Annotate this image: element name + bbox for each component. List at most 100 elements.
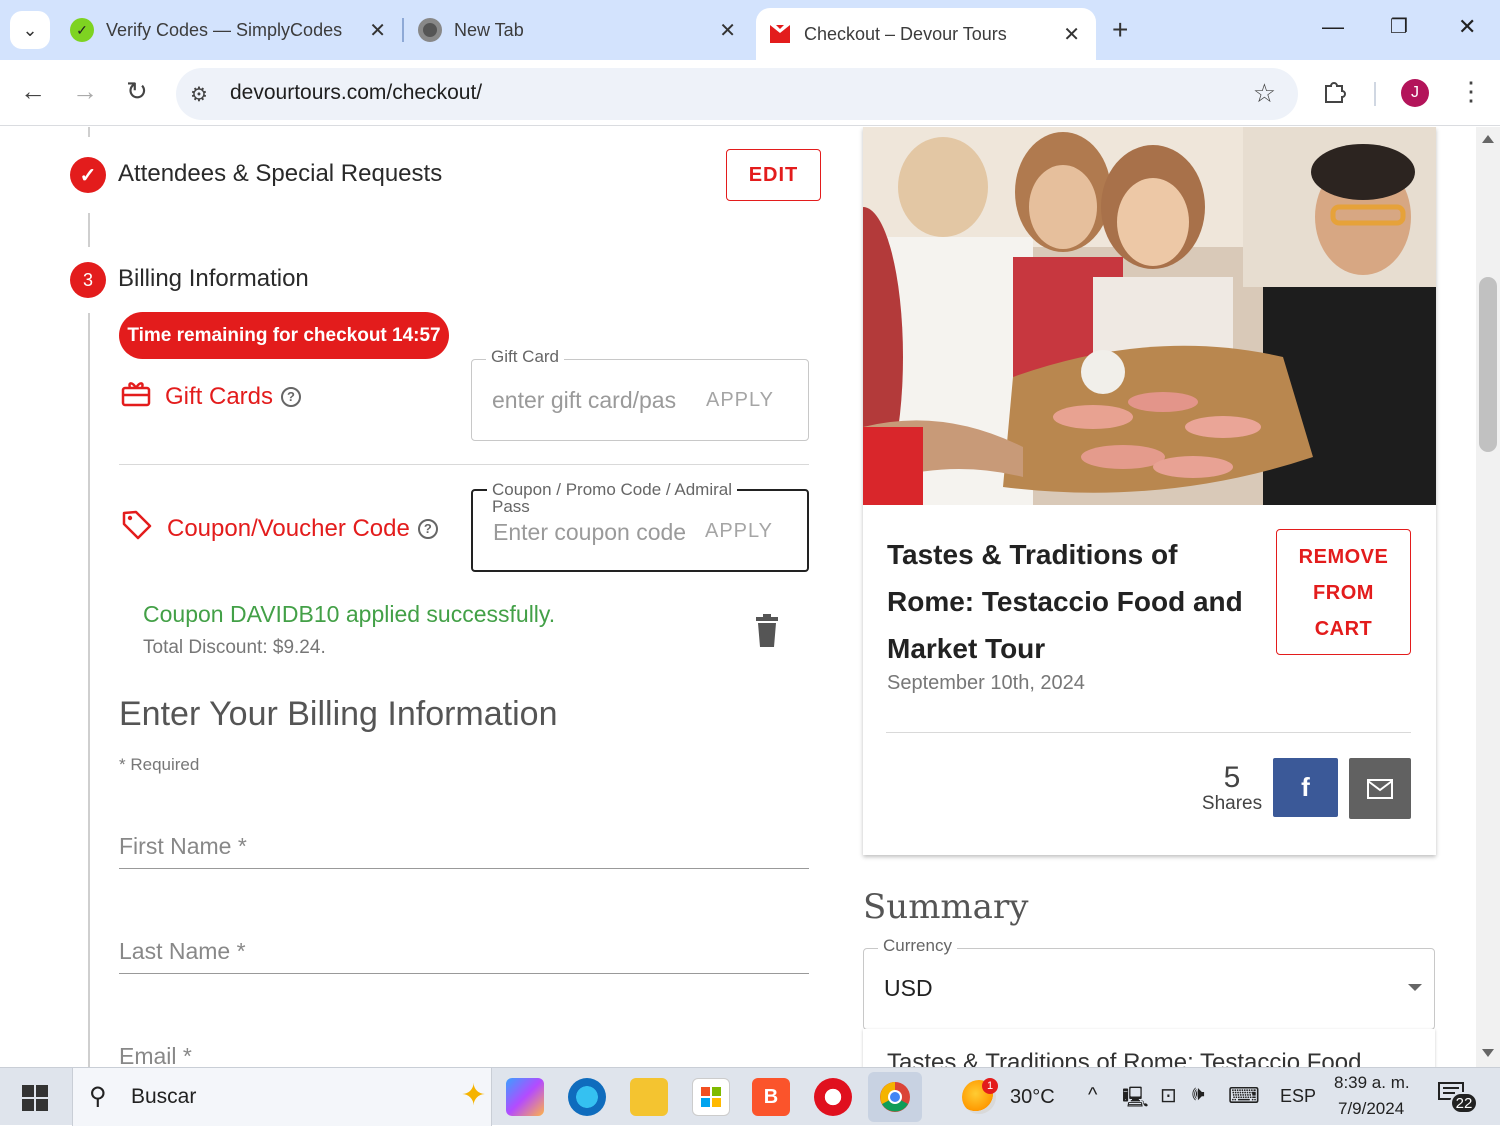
new-tab-plus-icon[interactable]: + [1112,14,1128,46]
restore-icon[interactable]: ❐ [1390,14,1408,39]
remove-line-3: CART [1314,618,1373,640]
page-scrollbar[interactable] [1476,127,1500,1067]
volume-icon[interactable]: 🕪 [1192,1083,1205,1106]
stepper-line [88,127,90,137]
gift-card-field[interactable]: Gift Card enter gift card/pas APPLY [471,348,809,441]
tab-simplycodes[interactable]: ✓ Verify Codes — SimplyCodes ✕ [70,8,386,52]
windows-taskbar: ⚲ Buscar ✦ B 1 30°C ^ 🖳 ⊡ 🕪 ⌨ ESP 8:39 a… [0,1067,1500,1126]
remove-from-cart-button[interactable]: REMOVE FROM CART [1276,529,1411,655]
email-field[interactable]: Email * [119,1039,809,1067]
share-count-label: Shares [1201,793,1263,814]
extensions-puzzle-icon[interactable] [1322,78,1348,111]
keyboard-icon[interactable]: ⌨ [1228,1083,1260,1109]
scroll-up-arrow-icon[interactable] [1482,135,1494,143]
tab-search-chevron-icon[interactable]: ⌄ [10,11,50,49]
help-icon[interactable]: ? [281,386,302,407]
help-icon[interactable]: ? [417,518,438,539]
divider [886,732,1411,733]
remove-line-1: REMOVE [1298,546,1389,568]
coupon-field-label-line2: Pass [492,497,530,516]
dropdown-arrow-icon [1408,984,1422,991]
first-name-field[interactable]: First Name * [119,829,809,869]
divider [119,464,809,465]
address-bar[interactable]: ⚙ devourtours.com/checkout/ ☆ [176,68,1298,120]
coupon-text: Coupon/Voucher Code [167,514,410,542]
profile-avatar[interactable]: J [1401,79,1429,107]
gift-cards-label: Gift Cards ? [121,379,302,414]
copilot-icon[interactable] [506,1078,544,1116]
minimize-icon[interactable]: — [1322,14,1344,40]
url-text[interactable]: devourtours.com/checkout/ [230,81,482,105]
tab-new-tab[interactable]: New Tab ✕ [418,8,736,52]
tab-checkout-devour[interactable]: Checkout – Devour Tours ✕ [756,8,1096,60]
gift-card-input[interactable]: enter gift card/pas [492,387,676,414]
stepper-line [88,213,90,247]
mail-icon [1367,778,1393,799]
checkout-timer: Time remaining for checkout 14:57 [119,312,449,359]
first-name-label: First Name * [119,833,247,859]
coupon-label: Coupon/Voucher Code ? [121,509,438,548]
temperature[interactable]: 30°C [1010,1086,1055,1109]
edge-icon[interactable] [568,1078,606,1116]
microsoft-store-icon[interactable] [692,1078,730,1116]
summary-line-item: Tastes & Traditions of Rome: Testaccio F… [863,1029,1435,1067]
email-share-button[interactable] [1349,758,1411,819]
billing-heading: Enter Your Billing Information [119,695,558,733]
stepper-line [88,313,90,1067]
clock-time[interactable]: 8:39 a. m. [1334,1073,1410,1093]
back-arrow-icon[interactable]: ← [20,76,46,107]
close-tab-icon[interactable]: ✕ [369,18,386,43]
menu-kebab-icon[interactable]: ⋮ [1458,76,1484,107]
facebook-share-button[interactable]: f [1273,758,1338,817]
tray-chevron-up-icon[interactable]: ^ [1088,1084,1097,1107]
coupon-success-message: Coupon DAVIDB10 applied successfully. [143,601,556,627]
currency-select[interactable]: Currency USD [863,937,1435,1030]
reload-icon[interactable]: ↻ [126,76,148,107]
tour-title: Tastes & Traditions of Rome: Testaccio F… [887,539,1243,664]
last-name-field[interactable]: Last Name * [119,934,809,974]
cart-item-card: Tastes & Traditions of Rome: Testaccio F… [863,127,1436,855]
gift-card-apply-button[interactable]: APPLY [706,389,774,412]
bookmark-star-icon[interactable]: ☆ [1253,78,1276,109]
last-name-label: Last Name * [119,938,246,964]
scroll-thumb[interactable] [1479,277,1497,452]
share-count: 5 Shares [1199,763,1265,815]
tab-separator [402,18,404,42]
camera-icon[interactable]: ⊡ [1160,1083,1177,1108]
close-tab-icon[interactable]: ✕ [719,18,736,43]
notification-icon[interactable]: 22 [1438,1082,1478,1114]
brave-icon[interactable]: B [752,1078,790,1116]
opera-icon[interactable] [814,1078,852,1116]
trash-icon[interactable] [752,613,782,649]
tab-title: New Tab [454,19,524,40]
step-billing-title: Billing Information [118,265,309,292]
network-icon[interactable]: 🖳 [1122,1083,1149,1117]
forward-arrow-icon[interactable]: → [72,76,98,107]
coupon-field[interactable]: Coupon / Promo Code / Admiral Pass Enter… [471,481,809,572]
windows-start-icon[interactable] [22,1085,48,1111]
remove-line-2: FROM [1313,582,1374,604]
gift-icon [121,379,151,414]
coupon-apply-button[interactable]: APPLY [705,520,773,543]
clock-date[interactable]: 7/9/2024 [1338,1099,1404,1119]
input-language[interactable]: ESP [1280,1086,1316,1107]
currency-value: USD [884,975,933,1001]
taskbar-search[interactable]: ⚲ Buscar ✦ [72,1068,492,1126]
tour-date: September 10th, 2024 [887,672,1085,694]
tab-title: Checkout – Devour Tours [804,23,1007,44]
coupon-input[interactable]: Enter coupon code [493,519,686,546]
currency-label: Currency [878,937,957,955]
summary-heading: Summary [863,887,1029,927]
simplycodes-icon: ✓ [70,18,94,42]
chrome-taskbar-icon[interactable] [868,1072,922,1122]
step-attendees-title: Attendees & Special Requests [118,160,443,187]
browser-toolbar: ← → ↻ ⚙ devourtours.com/checkout/ ☆ J ⋮ [0,60,1500,126]
weather-badge: 1 [982,1078,998,1094]
file-explorer-icon[interactable] [630,1078,668,1116]
scroll-down-arrow-icon[interactable] [1482,1049,1494,1057]
email-label: Email * [119,1043,192,1067]
site-info-icon[interactable]: ⚙ [190,82,208,107]
close-tab-icon[interactable]: ✕ [1063,22,1080,47]
edit-attendees-button[interactable]: EDIT [726,149,821,201]
window-close-icon[interactable]: ✕ [1458,14,1476,40]
